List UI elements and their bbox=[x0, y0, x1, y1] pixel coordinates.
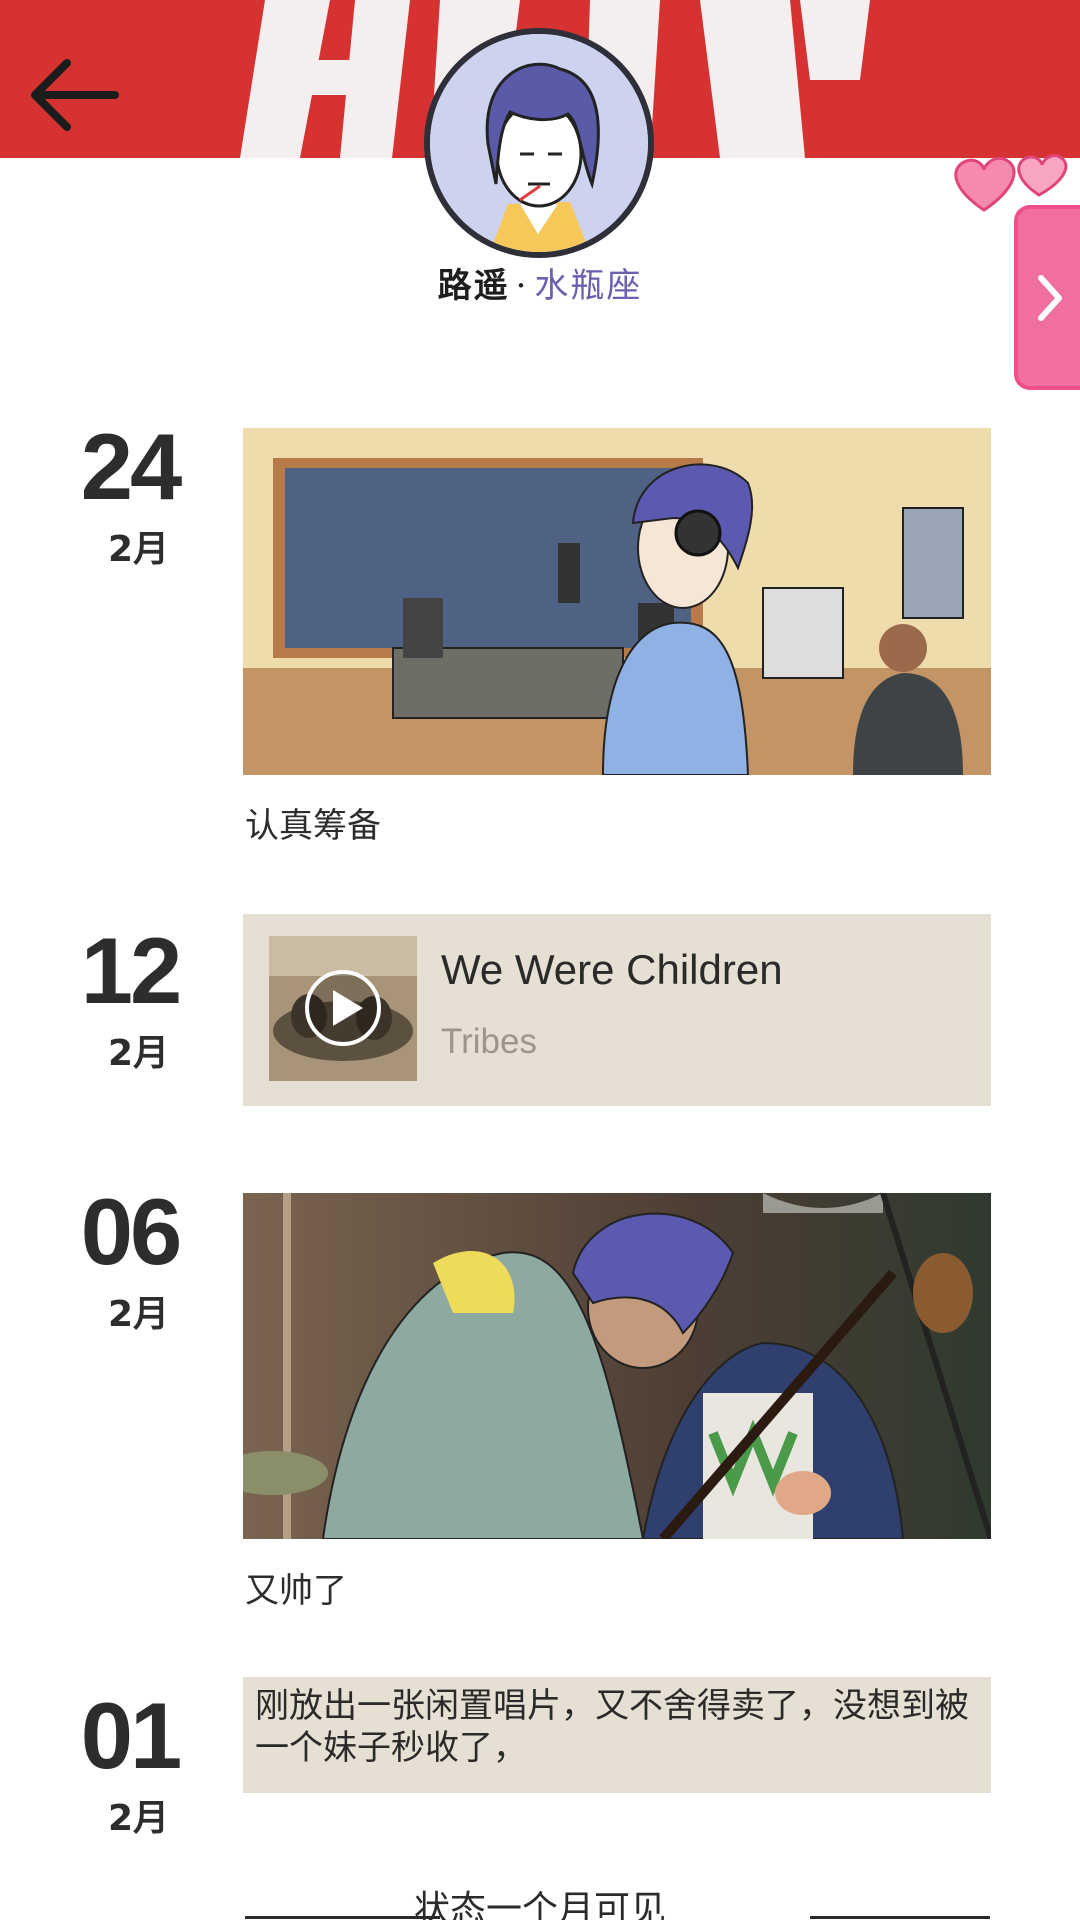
entry-month: 2月 bbox=[108, 1798, 170, 1839]
entry-day: 24 bbox=[80, 414, 183, 519]
zodiac-sign: 水瓶座 bbox=[534, 266, 643, 306]
entry-day: 12 bbox=[80, 918, 183, 1023]
music-card[interactable]: We Were Children Tribes bbox=[243, 914, 991, 1106]
entry-day: 01 bbox=[80, 1683, 183, 1788]
entry-month: 2月 bbox=[108, 1033, 170, 1074]
profile-name: 路遥 · 水瓶座 bbox=[0, 258, 1080, 307]
album-cover bbox=[269, 936, 417, 1081]
back-arrow-icon bbox=[31, 59, 119, 131]
entry-caption: 认真筹备 bbox=[245, 806, 381, 846]
song-title: We Were Children bbox=[441, 946, 783, 993]
avatar[interactable] bbox=[424, 28, 654, 258]
entry-caption: 又帅了 bbox=[245, 1571, 347, 1611]
user-name: 路遥 bbox=[437, 266, 510, 306]
footer-divider-right bbox=[810, 1916, 990, 1919]
entry-photo[interactable] bbox=[243, 428, 991, 775]
back-button[interactable] bbox=[18, 40, 128, 150]
entry-photo[interactable] bbox=[243, 1193, 991, 1539]
side-drawer-tab[interactable] bbox=[1014, 205, 1080, 390]
text-post[interactable]: 刚放出一张闲置唱片，又不舍得卖了，没想到被一个妹子秒收了， bbox=[243, 1677, 991, 1793]
song-artist: Tribes bbox=[441, 1022, 537, 1061]
visibility-note: 状态一个月可见 bbox=[413, 1889, 666, 1920]
entry-month: 2月 bbox=[108, 1294, 170, 1335]
entry-day: 06 bbox=[80, 1179, 183, 1284]
timeline-page: 路遥 · 水瓶座 24 2月 认真筹备 12 2月 We Were Childr… bbox=[0, 0, 1080, 1920]
entry-month: 2月 bbox=[108, 529, 170, 570]
name-separator: · bbox=[515, 266, 529, 306]
chevron-right-icon bbox=[1038, 274, 1062, 321]
